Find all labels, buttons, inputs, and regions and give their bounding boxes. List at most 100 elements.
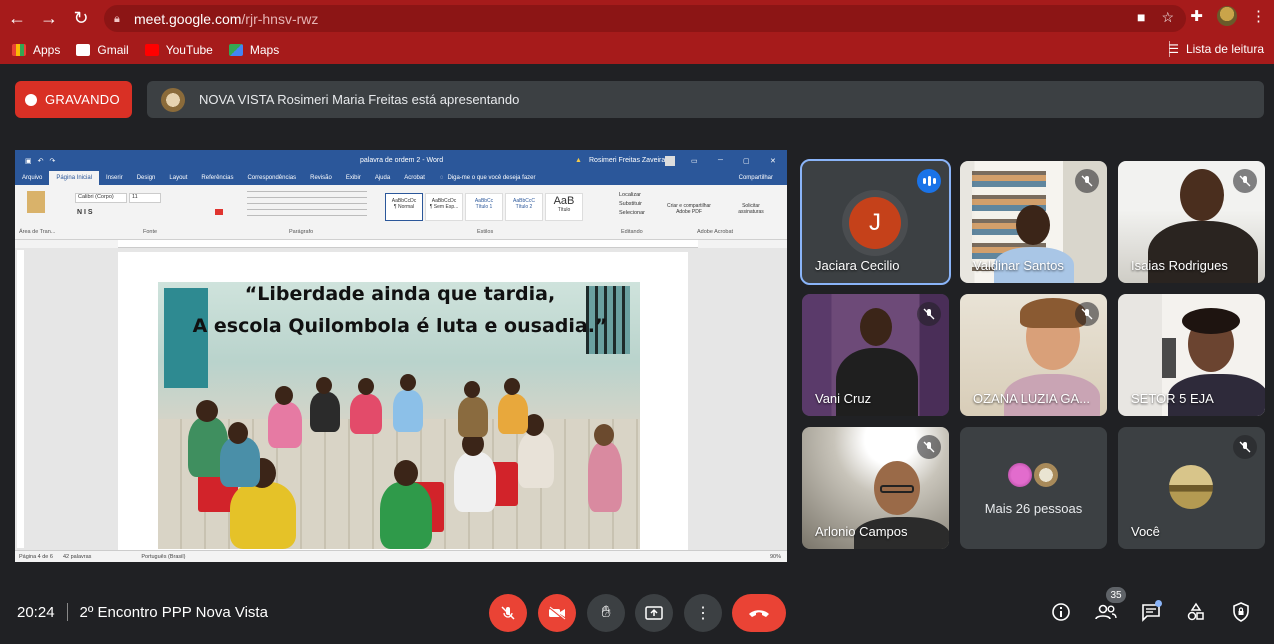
word-search: Diga-me o que você deseja fazer xyxy=(447,175,536,181)
participant-name: Arlonio Campos xyxy=(815,524,908,539)
word-tab: Correspondências xyxy=(247,175,297,181)
more-options-button[interactable]: ⋮ xyxy=(684,594,722,632)
reading-list-button[interactable]: ☰ Lista de leitura xyxy=(1168,42,1264,56)
present-screen-icon xyxy=(645,606,663,620)
mic-off-icon xyxy=(1075,169,1099,193)
font-color-icon xyxy=(215,209,223,215)
profile-avatar[interactable] xyxy=(1217,6,1237,26)
photo-person xyxy=(228,422,248,444)
mic-toggle-button[interactable] xyxy=(489,594,527,632)
gmail-icon xyxy=(76,44,91,56)
photo-person xyxy=(393,390,423,432)
word-title: palavra de ordem 2 - Word xyxy=(360,157,444,164)
lightbulb-icon: ◌ xyxy=(439,175,444,181)
mini-avatar xyxy=(1006,461,1034,489)
photo-person xyxy=(275,386,293,405)
ribbon-group-label: Área de Tran... xyxy=(19,229,56,235)
acrobat-create-pdf: Criar e compartilhar Adobe PDF xyxy=(667,203,711,215)
forward-icon[interactable]: → xyxy=(34,3,64,33)
bookmark-gmail[interactable]: Gmail xyxy=(76,43,129,57)
status-zoom: 90% xyxy=(769,553,781,560)
replace-label: Substituir xyxy=(619,201,642,207)
leave-call-button[interactable] xyxy=(732,594,786,632)
bookmark-star-icon[interactable]: ☆ xyxy=(1161,9,1174,26)
editing-group: Localizar Substituir Selecionar xyxy=(619,191,645,218)
font-size-box: 11 xyxy=(129,193,161,203)
host-controls-button[interactable] xyxy=(1229,600,1253,624)
shared-screen: ▣ ↶ ↷ palavra de ordem 2 - Word ▲ Rosime… xyxy=(15,150,787,562)
undo-icon: ↶ xyxy=(37,157,44,165)
chrome-menu-icon[interactable]: ⋮ xyxy=(1251,7,1266,25)
reading-list-icon: ☰ xyxy=(1168,42,1179,56)
youtube-icon xyxy=(144,44,159,56)
word-tab: Exibir xyxy=(345,175,361,181)
extensions-puzzle-icon[interactable]: ✚ xyxy=(1190,7,1203,25)
style-name: Título 2 xyxy=(515,204,533,210)
apps-grid-icon xyxy=(12,44,26,56)
reading-list-label: Lista de leitura xyxy=(1185,42,1264,56)
bookmark-youtube[interactable]: YouTube xyxy=(144,43,213,57)
quote-line-1: “Liberdade ainda que tardia, xyxy=(244,283,556,305)
style-sample: AaB xyxy=(553,195,575,207)
self-tile[interactable]: Você xyxy=(1118,427,1265,549)
bookmark-maps[interactable]: Maps xyxy=(228,43,279,57)
presenter-avatar xyxy=(161,87,185,112)
lock-icon[interactable]: 🔒︎ xyxy=(114,13,126,25)
participant-video xyxy=(1162,338,1176,378)
maps-icon xyxy=(228,44,243,56)
word-tab: Inserir xyxy=(106,175,123,181)
participant-video xyxy=(1180,169,1224,221)
bookmark-apps[interactable]: Apps xyxy=(12,43,60,57)
more-participants-label: Mais 26 pessoas xyxy=(984,501,1083,516)
style-no-spacing: AaBbCcDc ¶ Sem Esp... xyxy=(425,193,463,221)
raise-hand-button[interactable]: ✋︎ xyxy=(587,594,625,632)
recording-indicator[interactable]: GRAVANDO xyxy=(15,81,132,118)
reload-icon[interactable]: ↻ xyxy=(66,3,96,33)
word-tab: Revisão xyxy=(310,175,332,181)
meeting-details-button[interactable] xyxy=(1049,600,1073,624)
camera-in-use-icon[interactable]: ■ xyxy=(1137,9,1145,26)
mini-avatar xyxy=(1032,461,1060,489)
meeting-info: 20:24 2º Encontro PPP Nova Vista xyxy=(17,603,268,621)
photo-person xyxy=(230,482,296,549)
photo-person xyxy=(350,394,382,434)
word-share: Compartilhar xyxy=(738,175,773,181)
present-now-button[interactable] xyxy=(635,594,673,632)
participant-tile[interactable]: Isaias Rodrigues xyxy=(1118,161,1265,283)
people-icon xyxy=(1095,604,1117,620)
participant-name: SETOR 5 EJA xyxy=(1131,391,1214,406)
url-host: meet.google.com xyxy=(134,10,242,27)
record-dot-icon xyxy=(25,93,37,106)
participant-tile[interactable]: OZANA LUZIA GA... xyxy=(960,294,1107,416)
word-tab: Acrobat xyxy=(404,175,425,181)
activities-button[interactable] xyxy=(1184,600,1208,624)
acrobat-request-signatures: Solicitar assinaturas xyxy=(738,203,764,215)
word-ribbon-tabs: Arquivo Página Inicial Inserir Design La… xyxy=(15,171,787,185)
address-bar[interactable]: 🔒︎ meet.google.com/rjr-hnsv-rwz ■ ☆ xyxy=(104,5,1186,32)
participant-tile[interactable]: Arlonio Campos xyxy=(802,427,949,549)
close-icon: ✕ xyxy=(770,157,776,165)
bookmarks-bar: Apps Gmail YouTube Maps xyxy=(0,36,1274,64)
back-icon[interactable]: ← xyxy=(2,3,32,33)
participant-name: Jaciara Cecilio xyxy=(815,258,900,273)
photo-person xyxy=(504,378,520,395)
photo-person xyxy=(316,377,332,394)
participant-tile[interactable]: SETOR 5 EJA xyxy=(1118,294,1265,416)
participant-tile[interactable]: Vani Cruz xyxy=(802,294,949,416)
mic-off-icon xyxy=(1233,435,1257,459)
select-label: Selecionar xyxy=(619,210,645,216)
participant-name: OZANA LUZIA GA... xyxy=(973,391,1091,406)
more-participants-tile[interactable]: Mais 26 pessoas xyxy=(960,427,1107,549)
vertical-ruler xyxy=(17,250,24,548)
find-label: Localizar xyxy=(619,192,642,198)
font-name-box: Calibri (Corpo) xyxy=(75,193,127,203)
photo-person xyxy=(310,392,340,432)
participant-video xyxy=(1148,221,1258,283)
participant-tile[interactable]: J Jaciara Cecilio xyxy=(800,159,951,285)
participants-button[interactable] xyxy=(1094,600,1118,624)
save-icon: ▣ xyxy=(25,157,32,165)
participant-tile[interactable]: Valdinar Santos xyxy=(960,161,1107,283)
style-heading-2: AaBbCcC Título 2 xyxy=(505,193,543,221)
camera-toggle-button[interactable] xyxy=(538,594,576,632)
maximize-icon: ▢ xyxy=(743,157,750,165)
